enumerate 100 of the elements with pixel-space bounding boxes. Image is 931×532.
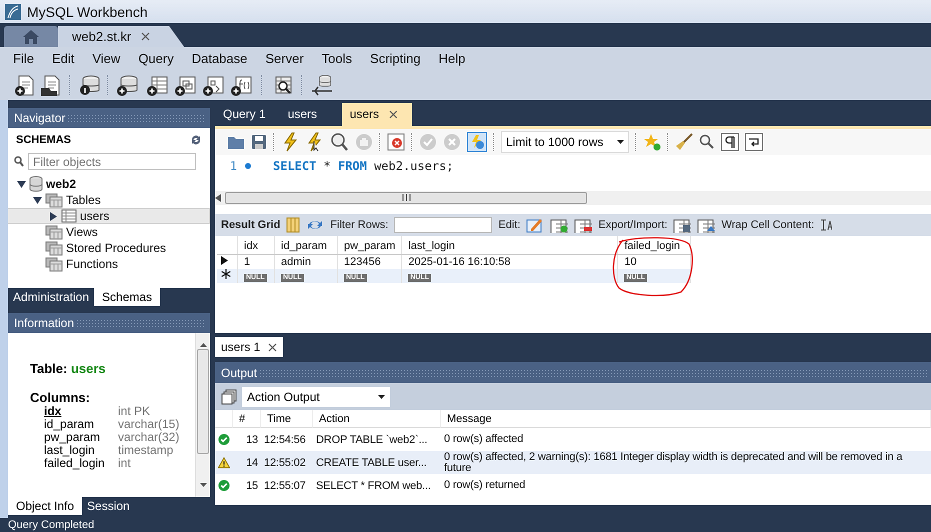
scroll-up-icon: [200, 343, 206, 347]
table-cell: 0 row(s) affected, 2 warning(s): 1681 Integer display width is deprecated and will be removed in a future: [441, 451, 931, 474]
table-cell: 14: [233, 451, 261, 474]
column-header[interactable]: #: [233, 410, 261, 428]
tree-item[interactable]: Tables: [32, 192, 210, 208]
wrap-icon[interactable]: [745, 132, 763, 151]
home-icon: [21, 28, 41, 44]
panel-tab[interactable]: Object Info: [8, 497, 82, 515]
tree-item[interactable]: Views: [32, 224, 210, 240]
section-title: SCHEMAS: [16, 134, 72, 146]
export-icon[interactable]: [673, 216, 692, 233]
check-icon[interactable]: [419, 132, 437, 151]
close-icon[interactable]: [389, 110, 398, 119]
database-icon: [29, 176, 43, 192]
statement-marker-icon: [245, 162, 251, 169]
delete-row-icon[interactable]: [574, 216, 592, 233]
menu-item[interactable]: Edit: [42, 51, 84, 66]
column-header[interactable]: Message: [441, 410, 931, 428]
column-name: last_login: [44, 444, 95, 457]
column-name: pw_param: [44, 431, 102, 444]
lightning-icon[interactable]: [281, 132, 299, 152]
warning-icon: [218, 456, 230, 469]
limit-dropdown[interactable]: Limit to 1000 rows: [501, 130, 629, 153]
view-add-icon[interactable]: [174, 74, 198, 96]
column-header[interactable]: failed_login: [618, 236, 691, 254]
menu-item[interactable]: Database: [182, 51, 256, 66]
scroll-down-icon: [200, 483, 206, 487]
close-icon[interactable]: [141, 32, 150, 41]
menu-item[interactable]: Query: [129, 51, 183, 66]
table-cell-text: DROP TABLE `web2`...: [315, 432, 428, 448]
sql-file-add-icon[interactable]: [14, 74, 36, 96]
column-header[interactable]: pw_param: [338, 236, 402, 254]
column-header[interactable]: Action: [313, 410, 441, 428]
import-icon[interactable]: [697, 216, 716, 233]
tree-item[interactable]: Stored Procedures: [32, 240, 210, 256]
column-name: failed_login: [44, 457, 106, 470]
panel-tab[interactable]: Session: [82, 497, 135, 515]
menu-item[interactable]: View: [83, 51, 130, 66]
column-header[interactable]: id_param: [274, 236, 338, 254]
column-type: timestamp: [118, 444, 174, 457]
editor-tab[interactable]: users: [342, 103, 412, 126]
editor-tab[interactable]: users: [280, 103, 342, 126]
table-cell-text: 12:54:56: [263, 432, 307, 448]
filter-rows-label: Filter Rows:: [330, 218, 388, 231]
panel-tab[interactable]: Schemas: [94, 288, 160, 306]
folder-tables-icon: [45, 224, 63, 240]
collapse-arrow-icon[interactable]: [32, 196, 42, 204]
tree-item[interactable]: web2: [16, 176, 210, 192]
broom-icon[interactable]: [675, 132, 693, 151]
home-tab[interactable]: [4, 26, 58, 47]
tree-item[interactable]: Functions: [32, 256, 210, 272]
scrollbar-thumb[interactable]: [197, 349, 209, 454]
wrap-text-icon[interactable]: [820, 218, 832, 231]
procedure-add-icon[interactable]: [202, 74, 226, 96]
panel-title: Output: [221, 366, 258, 380]
column-header[interactable]: last_login: [402, 236, 618, 254]
table-cell: CREATE TABLE user...: [313, 451, 441, 474]
editor-tab[interactable]: Query 1: [215, 103, 280, 126]
sql-file-open-icon[interactable]: [40, 74, 62, 96]
filter-rows-field[interactable]: [394, 216, 492, 233]
column-header[interactable]: Time: [261, 410, 313, 428]
insert-row-icon[interactable]: [550, 216, 568, 233]
output-mode-dropdown[interactable]: Action Output: [242, 386, 390, 406]
refresh-icon[interactable]: [190, 134, 202, 146]
close-icon[interactable]: [268, 342, 278, 352]
toggle-error-icon[interactable]: [387, 132, 405, 151]
connection-tab[interactable]: web2.st.kr: [58, 26, 184, 47]
copy-icon[interactable]: [221, 388, 237, 404]
folder-tables-icon: [45, 240, 63, 256]
save-icon[interactable]: [251, 134, 267, 150]
find-icon[interactable]: [699, 134, 715, 150]
expand-arrow-icon[interactable]: [48, 212, 58, 220]
panel-tab[interactable]: Administration: [8, 288, 94, 306]
lightning-cursor-icon[interactable]: [305, 132, 323, 152]
star-add-icon[interactable]: [643, 132, 661, 151]
database-info-icon[interactable]: [78, 74, 100, 96]
export-import-label: Export/Import:: [598, 218, 668, 231]
column-type: int: [118, 457, 131, 470]
folder-tables-icon: [45, 256, 63, 272]
filter-field[interactable]: Filter objects: [28, 153, 196, 170]
function-add-icon[interactable]: [230, 74, 254, 96]
menu-item[interactable]: Help: [430, 51, 474, 66]
menu-item[interactable]: Scripting: [361, 51, 430, 66]
table-cell-text: 0 row(s) affected: [443, 432, 524, 447]
column-type: varchar(15): [118, 418, 180, 431]
grip-icon: [402, 194, 410, 202]
menu-item[interactable]: File: [4, 51, 43, 66]
result-tab[interactable]: users 1: [215, 337, 284, 357]
menu-item[interactable]: Tools: [312, 51, 362, 66]
collapse-arrow-icon[interactable]: [16, 180, 26, 188]
menu-item[interactable]: Server: [256, 51, 313, 66]
tree-item[interactable]: users: [8, 208, 210, 224]
edit-cell-icon[interactable]: [526, 216, 544, 233]
column-header[interactable]: idx: [238, 236, 274, 254]
pilcrow-icon[interactable]: [721, 132, 739, 151]
table-cell-text: SELECT * FROM web...: [315, 478, 432, 494]
table-add-icon[interactable]: [146, 74, 170, 96]
success-icon: [218, 479, 230, 492]
autocommit-toggle-icon[interactable]: [467, 132, 487, 152]
panel-title: Navigator: [14, 111, 66, 125]
